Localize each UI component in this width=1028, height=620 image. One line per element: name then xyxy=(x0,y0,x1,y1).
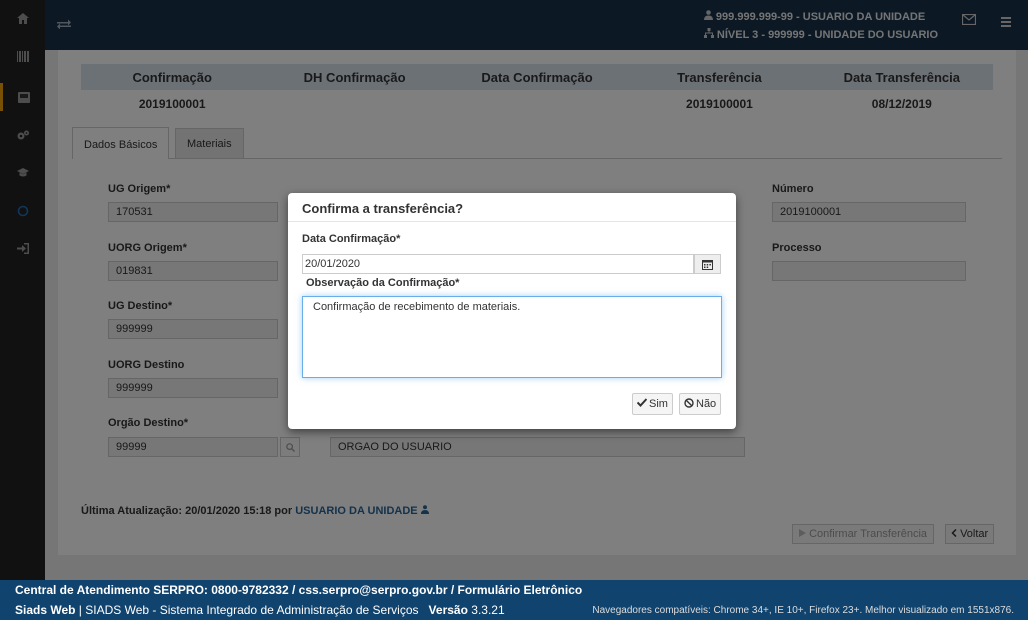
obs-confirm-textarea[interactable]: Confirmação de recebimento de materiais. xyxy=(302,296,722,378)
obs-confirm-label: Observação da Confirmação* xyxy=(306,277,460,289)
footer-contact: Central de Atendimento SERPRO: 0800-9782… xyxy=(15,583,583,597)
date-confirm-input[interactable]: 20/01/2020 xyxy=(302,254,694,274)
date-confirm-label: Data Confirmação* xyxy=(302,233,401,245)
footer-app-name: Siads Web xyxy=(15,603,76,617)
yes-button[interactable]: Sim xyxy=(632,393,673,415)
ban-icon xyxy=(684,397,694,411)
footer-compat: Navegadores compatíveis: Chrome 34+, IE … xyxy=(592,605,1014,616)
confirm-dialog: Confirma a transferência? Data Confirmaç… xyxy=(288,193,736,429)
calendar-icon[interactable] xyxy=(694,254,721,274)
dialog-title: Confirma a transferência? xyxy=(302,201,464,216)
footer-version-label: Versão xyxy=(428,603,468,617)
check-icon xyxy=(636,398,648,410)
footer: Central de Atendimento SERPRO: 0800-9782… xyxy=(0,580,1028,620)
yes-label: Sim xyxy=(649,398,668,410)
no-button[interactable]: Não xyxy=(679,393,722,415)
dialog-divider xyxy=(288,221,736,222)
footer-app-desc: | SIADS Web - Sistema Integrado de Admin… xyxy=(75,603,419,617)
no-label: Não xyxy=(696,398,717,410)
footer-app-info: Siads Web | SIADS Web - Sistema Integrad… xyxy=(15,603,505,617)
footer-version: 3.3.21 xyxy=(471,603,505,617)
